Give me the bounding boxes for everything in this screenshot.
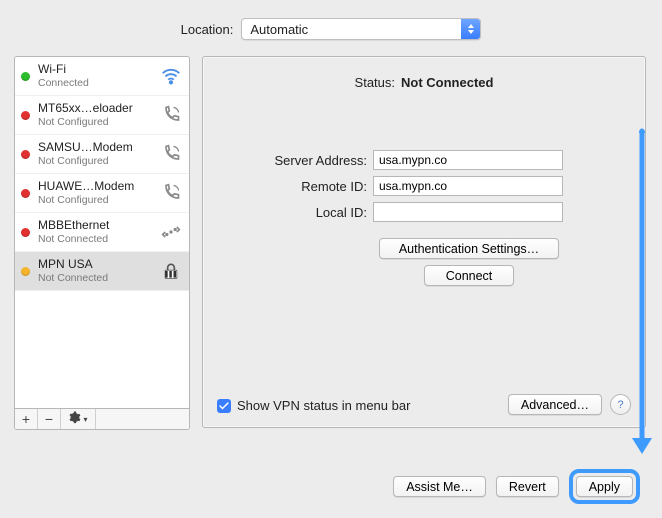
status-dot-icon	[21, 228, 30, 237]
location-label: Location:	[181, 22, 234, 37]
network-preferences-window: Location: Automatic Wi-Fi Connected	[0, 0, 662, 518]
list-item-text: HUAWE…Modem Not Configured	[38, 179, 155, 207]
remote-id-input[interactable]	[373, 176, 563, 196]
apply-button[interactable]: Apply	[576, 476, 633, 497]
vpn-lock-icon	[159, 259, 183, 283]
service-status: Not Configured	[38, 115, 155, 129]
local-id-input[interactable]	[373, 202, 563, 222]
apply-button-highlight: Apply	[569, 469, 640, 504]
service-status: Not Configured	[38, 193, 155, 207]
server-address-input[interactable]	[373, 150, 563, 170]
show-vpn-status-label: Show VPN status in menu bar	[237, 398, 410, 413]
service-status: Not Configured	[38, 154, 155, 168]
local-id-label: Local ID:	[217, 205, 373, 220]
status-dot-icon	[21, 111, 30, 120]
network-services-list: Wi-Fi Connected MT65xx…eloader Not Confi…	[15, 57, 189, 408]
minus-icon: −	[45, 411, 53, 427]
service-name: Wi-Fi	[38, 62, 155, 76]
service-status: Connected	[38, 76, 155, 90]
service-name: MBBEthernet	[38, 218, 155, 232]
status-value: Not Connected	[401, 75, 493, 90]
assist-me-button[interactable]: Assist Me…	[393, 476, 486, 497]
list-item-text: MBBEthernet Not Connected	[38, 218, 155, 246]
remote-id-label: Remote ID:	[217, 179, 373, 194]
sidebar-item-mt65xx[interactable]: MT65xx…eloader Not Configured	[15, 96, 189, 135]
add-service-button[interactable]: +	[15, 409, 38, 429]
service-actions-button[interactable]: ▾	[61, 409, 96, 429]
advanced-row: Advanced… ?	[508, 394, 631, 415]
list-item-text: Wi-Fi Connected	[38, 62, 155, 90]
updown-arrows-icon	[461, 19, 480, 39]
sidebar-footer: + − ▾	[15, 408, 189, 429]
revert-button[interactable]: Revert	[496, 476, 559, 497]
service-status: Not Connected	[38, 232, 155, 246]
sidebar-item-huawei-modem[interactable]: HUAWE…Modem Not Configured	[15, 174, 189, 213]
help-button[interactable]: ?	[610, 394, 631, 415]
remove-service-button[interactable]: −	[38, 409, 61, 429]
gear-icon	[68, 411, 81, 427]
location-row: Location: Automatic	[0, 18, 662, 40]
sidebar-item-mpn-usa[interactable]: MPN USA Not Connected	[15, 252, 189, 291]
status-label: Status:	[355, 75, 395, 90]
location-select[interactable]: Automatic	[241, 18, 481, 40]
status-row: Status: Not Connected	[217, 75, 631, 90]
location-selected-value: Automatic	[250, 22, 308, 37]
service-name: MT65xx…eloader	[38, 101, 155, 115]
wifi-icon	[159, 64, 183, 88]
chevron-down-icon: ▾	[83, 415, 87, 424]
service-status: Not Connected	[38, 271, 155, 285]
phone-icon	[159, 103, 183, 127]
authentication-settings-button[interactable]: Authentication Settings…	[379, 238, 559, 259]
phone-icon	[159, 142, 183, 166]
plus-icon: +	[22, 411, 30, 427]
sidebar-item-samsung-modem[interactable]: SAMSU…Modem Not Configured	[15, 135, 189, 174]
sidebar-item-wifi[interactable]: Wi-Fi Connected	[15, 57, 189, 96]
ethernet-icon	[159, 220, 183, 244]
show-vpn-status-row: Show VPN status in menu bar	[217, 398, 410, 413]
question-mark-icon: ?	[617, 399, 623, 411]
checkmark-icon	[218, 400, 230, 412]
sidebar-item-mbb-ethernet[interactable]: MBBEthernet Not Connected	[15, 213, 189, 252]
list-item-text: SAMSU…Modem Not Configured	[38, 140, 155, 168]
service-name: MPN USA	[38, 257, 155, 271]
service-name: HUAWE…Modem	[38, 179, 155, 193]
phone-icon	[159, 181, 183, 205]
service-details-pane: Status: Not Connected Server Address: Re…	[202, 56, 646, 428]
status-dot-icon	[21, 72, 30, 81]
connect-button[interactable]: Connect	[424, 265, 514, 286]
status-dot-icon	[21, 267, 30, 276]
status-dot-icon	[21, 150, 30, 159]
network-services-sidebar: Wi-Fi Connected MT65xx…eloader Not Confi…	[14, 56, 190, 430]
list-item-text: MT65xx…eloader Not Configured	[38, 101, 155, 129]
list-item-text: MPN USA Not Connected	[38, 257, 155, 285]
status-dot-icon	[21, 189, 30, 198]
show-vpn-status-checkbox[interactable]	[217, 399, 231, 413]
server-address-label: Server Address:	[217, 153, 373, 168]
service-name: SAMSU…Modem	[38, 140, 155, 154]
window-buttons-row: Assist Me… Revert Apply	[393, 469, 640, 504]
advanced-button[interactable]: Advanced…	[508, 394, 602, 415]
